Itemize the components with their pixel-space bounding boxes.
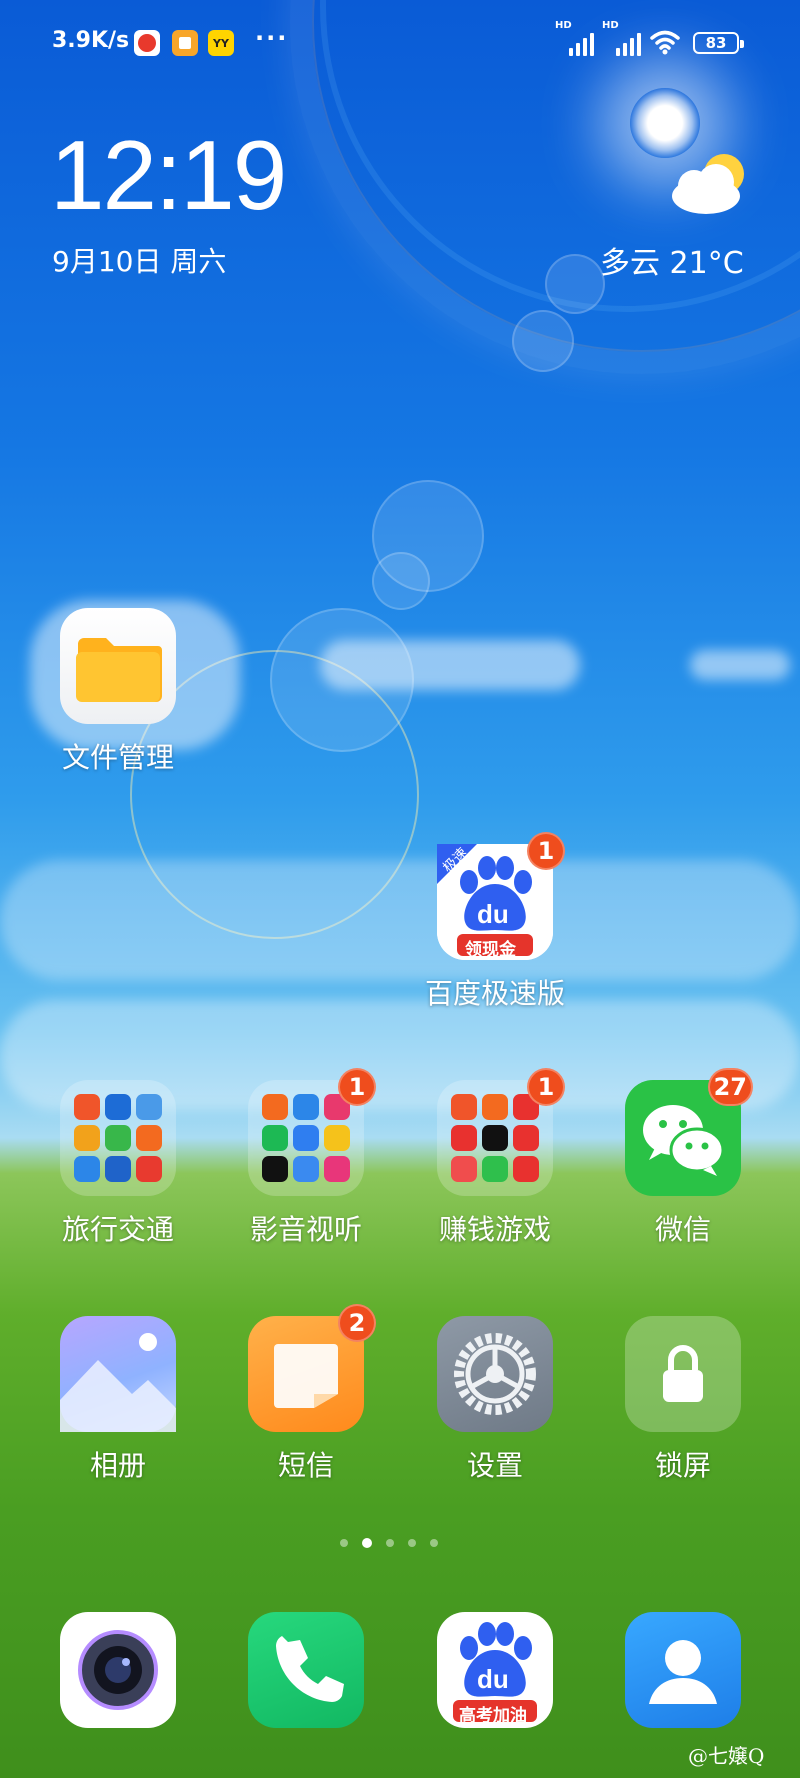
app-messages[interactable]: 2 短信: [231, 1304, 381, 1484]
status-bar: 3.9K/s YY ··· HD HD 83: [0, 20, 800, 68]
dock-camera[interactable]: [43, 1612, 193, 1728]
page-indicator[interactable]: [340, 1538, 438, 1548]
notification-app-icon: [134, 30, 160, 56]
message-icon: 2: [248, 1304, 376, 1432]
phone-icon: [248, 1612, 364, 1728]
gear-icon: [437, 1316, 553, 1432]
app-label: 锁屏: [654, 1449, 711, 1482]
app-label: 文件管理: [61, 741, 174, 774]
dock-phone[interactable]: [231, 1612, 381, 1728]
du-logo-text: du: [477, 1664, 509, 1694]
app-settings[interactable]: 设置: [420, 1316, 570, 1484]
cloud: [690, 650, 790, 680]
page-dot-active[interactable]: [362, 1538, 372, 1548]
folder-icon: [60, 608, 176, 724]
dock-baidu[interactable]: du 高考加油: [420, 1612, 570, 1728]
notification-badge: 1: [338, 1068, 376, 1106]
travel-folder-icon: [60, 1080, 176, 1196]
wechat-icon: 27: [625, 1068, 753, 1196]
cash-tag: 领现金: [465, 940, 516, 960]
app-wechat[interactable]: 27 微信: [608, 1068, 758, 1248]
more-notifications-icon: ···: [255, 24, 289, 52]
folder-games[interactable]: 1 赚钱游戏: [420, 1068, 570, 1248]
app-file-manager[interactable]: 文件管理: [43, 608, 193, 776]
page-dot[interactable]: [340, 1539, 348, 1547]
signal-icon-2: HD: [602, 20, 641, 56]
yy-notification-icon: YY: [208, 30, 234, 56]
partly-cloudy-icon[interactable]: [664, 148, 754, 220]
signal-icon: HD: [555, 20, 594, 56]
watermark: @七嬢Q: [688, 1744, 765, 1768]
dock-contacts[interactable]: [608, 1612, 758, 1728]
hd-indicator-2: HD: [602, 20, 619, 31]
notification-badge: 1: [527, 832, 565, 870]
weather-text[interactable]: 多云 21°C: [600, 238, 744, 282]
app-baidu-lite[interactable]: du 极速 领现金 1 百度极速版: [420, 832, 570, 1012]
notification-badge: 1: [527, 1068, 565, 1106]
page-dot[interactable]: [430, 1539, 438, 1547]
battery-icon: 83: [693, 32, 744, 54]
lens-flare: [372, 552, 430, 610]
hd-indicator: HD: [555, 20, 572, 31]
app-label: 短信: [277, 1449, 334, 1482]
app-label: 微信: [654, 1213, 711, 1246]
cloud: [0, 860, 800, 980]
app-label: 相册: [89, 1449, 146, 1482]
folder-label: 赚钱游戏: [438, 1213, 551, 1246]
clock-time[interactable]: 12:19: [50, 126, 287, 224]
notes-notification-icon: [172, 30, 198, 56]
notification-badge: 27: [707, 1068, 753, 1106]
home-screen: 3.9K/s YY ··· HD HD 83 12:19 9月10日 周六 多云…: [0, 0, 800, 1778]
games-folder-icon: 1: [437, 1068, 565, 1196]
app-label: 百度极速版: [424, 977, 565, 1010]
wifi-icon: [650, 30, 680, 55]
contacts-icon: [625, 1612, 741, 1728]
du-logo-text: du: [477, 899, 509, 929]
cloud: [320, 640, 580, 690]
app-label: 设置: [466, 1449, 523, 1482]
gallery-icon: [60, 1316, 176, 1432]
lock-icon: [625, 1316, 741, 1432]
baidu-paw-icon: du 极速 领现金 1: [437, 832, 565, 960]
baidu-paw-icon: du 高考加油: [437, 1612, 553, 1728]
page-dot[interactable]: [408, 1539, 416, 1547]
clock-date: 9月10日 周六: [52, 245, 227, 278]
folder-label: 旅行交通: [61, 1213, 174, 1246]
notification-badge: 2: [338, 1304, 376, 1342]
folder-media[interactable]: 1 影音视听: [231, 1068, 381, 1248]
folder-travel[interactable]: 旅行交通: [43, 1080, 193, 1248]
page-dot[interactable]: [386, 1539, 394, 1547]
folder-label: 影音视听: [249, 1213, 362, 1246]
app-lock-screen[interactable]: 锁屏: [608, 1316, 758, 1484]
media-folder-icon: 1: [248, 1068, 376, 1196]
lens-flare: [545, 254, 605, 314]
network-speed: 3.9K/s: [52, 28, 130, 53]
app-gallery[interactable]: 相册: [43, 1316, 193, 1484]
camera-icon: [60, 1612, 176, 1728]
lens-flare: [512, 310, 574, 372]
exam-tag: 高考加油: [459, 1706, 527, 1726]
